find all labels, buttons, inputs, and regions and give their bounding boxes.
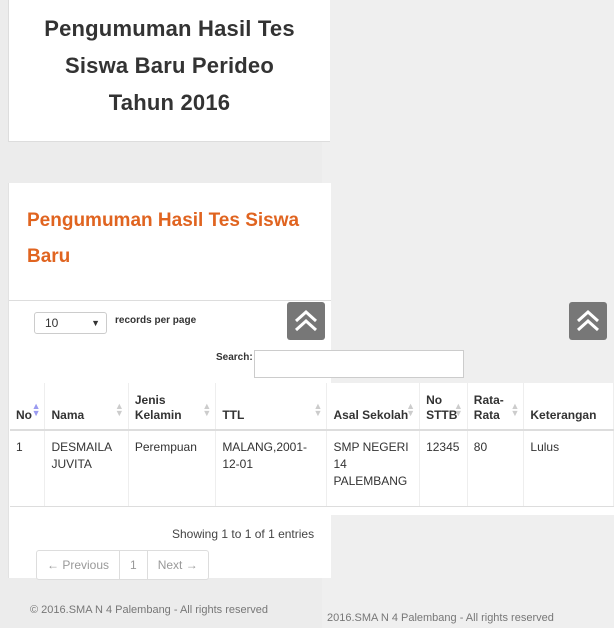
section-heading-line-1: Pengumuman Hasil Tes Siswa — [27, 210, 300, 231]
column-header-nama[interactable]: Nama ▲ ▼ — [44, 383, 129, 431]
previous-page-button[interactable]: ← Previous — [37, 551, 121, 579]
section-heading-line-2: Baru — [27, 246, 71, 267]
records-per-page-label: records per page — [115, 315, 197, 326]
search-input[interactable] — [254, 350, 464, 378]
sort-icon: ▲ ▼ — [313, 401, 323, 418]
page-1-button[interactable]: 1 — [120, 551, 148, 579]
records-per-page-select[interactable]: 10 ▼ — [34, 312, 107, 334]
footer-copyright-right: 2016.SMA N 4 Palembang - All rights rese… — [327, 612, 554, 624]
page-title-line-3: Tahun 2016 — [108, 90, 231, 115]
column-header-jenis-kelamin[interactable]: Jenis Kelamin ▲ ▼ — [128, 383, 217, 431]
footer-copyright: © 2016.SMA N 4 Palembang - All rights re… — [30, 604, 268, 616]
sort-icon: ▲ ▼ — [114, 401, 124, 418]
column-header-ttl[interactable]: TTL ▲ ▼ — [215, 383, 328, 431]
caret-down-icon: ▼ — [91, 318, 100, 328]
title-card: Pengumuman Hasil Tes Siswa Baru Perideo … — [8, 0, 330, 142]
pagination: ← Previous 1 Next → — [36, 550, 209, 580]
table-header-row: No ▲ ▼ Nama ▲ ▼ Jenis Kelamin ▲ ▼ TTL ▲ ▼ Asal S… — [10, 383, 614, 431]
scroll-top-button-right[interactable] — [569, 302, 607, 340]
next-page-button[interactable]: Next → — [148, 551, 208, 579]
sort-icon: ▲ ▼ — [406, 401, 416, 418]
page-title-line-2: Siswa Baru Perideo — [64, 53, 274, 78]
search-label: Search: — [216, 352, 253, 363]
cell-no-sttb: 12345 — [419, 430, 468, 507]
column-header-asal-sekolah[interactable]: Asal Sekolah ▲ ▼ — [326, 383, 421, 431]
scroll-top-button[interactable] — [287, 302, 325, 340]
sort-icon: ▲ ▼ — [510, 401, 520, 418]
page-title-line-1: Pengumuman Hasil Tes — [44, 16, 295, 41]
cell-keterangan: Lulus — [523, 430, 614, 507]
double-chevron-up-icon — [576, 309, 600, 332]
column-header-keterangan[interactable]: Keterangan — [523, 383, 614, 431]
sort-icon: ▲ ▼ — [31, 401, 41, 418]
column-header-no-sttb[interactable]: No STTB ▲ ▼ — [419, 383, 468, 431]
page-title: Pengumuman Hasil Tes Siswa Baru Perideo … — [9, 0, 330, 121]
sort-icon: ▲ ▼ — [453, 401, 463, 418]
cell-nama: DESMAILA JUVITA — [44, 430, 129, 507]
table-info: Showing 1 to 1 of 1 entries — [172, 527, 315, 541]
cell-rata-rata: 80 — [467, 430, 525, 507]
cell-asal-sekolah: SMP NEGERI 14 PALEMBANG — [326, 430, 421, 507]
table-row: 1 DESMAILA JUVITA Perempuan MALANG,2001-… — [10, 430, 614, 507]
column-header-no[interactable]: No ▲ ▼ — [10, 383, 46, 431]
results-table-wrapper: No ▲ ▼ Nama ▲ ▼ Jenis Kelamin ▲ ▼ TTL ▲ ▼ Asal S… — [10, 383, 614, 515]
cell-ttl: MALANG,2001-12-01 — [215, 430, 328, 507]
sort-icon: ▲ ▼ — [202, 401, 212, 418]
records-per-page-value: 10 — [45, 316, 59, 330]
double-chevron-up-icon — [294, 309, 318, 332]
cell-no: 1 — [10, 430, 46, 507]
divider — [9, 300, 331, 301]
main-card: Pengumuman Hasil Tes Siswa Baru 10 ▼ rec… — [8, 183, 331, 578]
results-table: No ▲ ▼ Nama ▲ ▼ Jenis Kelamin ▲ ▼ TTL ▲ ▼ Asal S… — [10, 383, 614, 507]
cell-jenis-kelamin: Perempuan — [128, 430, 217, 507]
column-header-rata-rata[interactable]: Rata-Rata ▲ ▼ — [467, 383, 525, 431]
section-heading: Pengumuman Hasil Tes Siswa Baru — [27, 203, 327, 275]
